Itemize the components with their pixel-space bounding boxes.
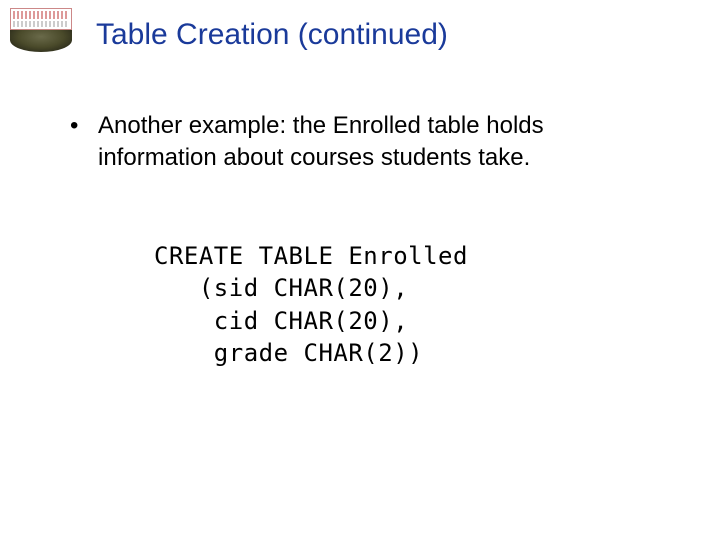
bullet-marker: •	[64, 110, 98, 175]
slide-title: Table Creation (continued)	[96, 18, 448, 52]
code-line: grade CHAR(2))	[154, 339, 423, 367]
code-line: (sid CHAR(20),	[154, 274, 408, 302]
bullet-list: • Another example: the Enrolled table ho…	[64, 110, 624, 175]
logo-screenshot-thumbnail	[10, 8, 72, 30]
bullet-item: • Another example: the Enrolled table ho…	[64, 110, 624, 175]
code-line: CREATE TABLE Enrolled	[154, 242, 468, 270]
logo-disk-icon	[10, 30, 72, 52]
slide-logo	[10, 8, 72, 52]
sql-code-block: CREATE TABLE Enrolled (sid CHAR(20), cid…	[154, 240, 468, 370]
bullet-text: Another example: the Enrolled table hold…	[98, 110, 624, 175]
code-line: cid CHAR(20),	[154, 307, 408, 335]
